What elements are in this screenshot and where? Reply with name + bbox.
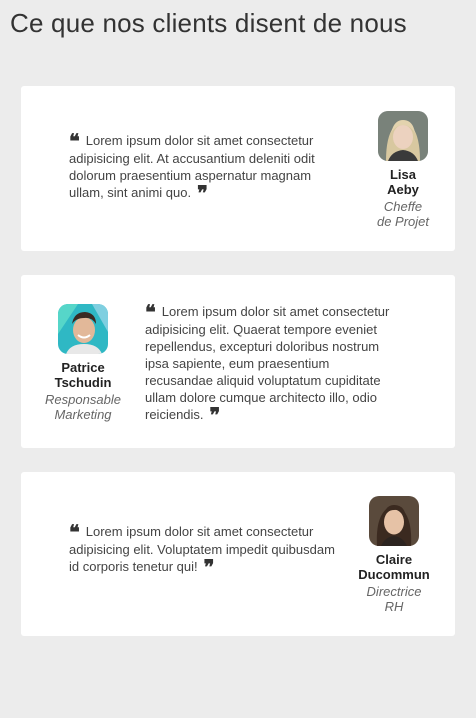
testimonial-card: ❝ Lorem ipsum dolor sit amet consectetur … — [21, 86, 455, 251]
author-name: Patrice Tschudin — [54, 360, 112, 390]
author-role: Responsable Marketing — [45, 392, 121, 422]
open-quote-icon: ❝ — [69, 129, 80, 153]
testimonial-text: Lorem ipsum dolor sit amet consectetur a… — [145, 304, 390, 422]
testimonial-quote: ❝ Lorem ipsum dolor sit amet consectetur … — [145, 300, 395, 427]
testimonial-author: Lisa Aeby Cheffe de Projet — [373, 111, 433, 229]
close-quote-icon: ❞ — [197, 181, 208, 205]
close-quote-icon: ❞ — [203, 555, 215, 579]
avatar — [378, 111, 428, 161]
testimonial-card: ❝ Lorem ipsum dolor sit amet consectetur … — [21, 472, 455, 636]
testimonial-author: Patrice Tschudin Responsable Marketing — [39, 304, 127, 422]
author-name: Claire Ducommun — [358, 552, 430, 582]
testimonial-quote: ❝ Lorem ipsum dolor sit amet consectetur … — [69, 129, 339, 205]
avatar — [369, 496, 419, 546]
testimonial-card: Patrice Tschudin Responsable Marketing ❝… — [21, 275, 455, 448]
author-role: Cheffe de Projet — [376, 199, 430, 229]
open-quote-icon: ❝ — [69, 520, 80, 544]
testimonial-quote: ❝ Lorem ipsum dolor sit amet consectetur … — [69, 520, 339, 579]
testimonial-text: Lorem ipsum dolor sit amet consectetur a… — [69, 133, 315, 200]
page-title: Ce que nos clients disent de nous — [10, 8, 407, 38]
author-role: Directrice RH — [366, 584, 422, 614]
close-quote-icon: ❞ — [209, 403, 221, 427]
avatar — [58, 304, 108, 354]
testimonial-text: Lorem ipsum dolor sit amet consectetur a… — [69, 524, 335, 574]
open-quote-icon: ❝ — [145, 300, 156, 324]
author-name: Lisa Aeby — [387, 167, 419, 197]
testimonial-author: Claire Ducommun Directrice RH — [354, 496, 434, 614]
